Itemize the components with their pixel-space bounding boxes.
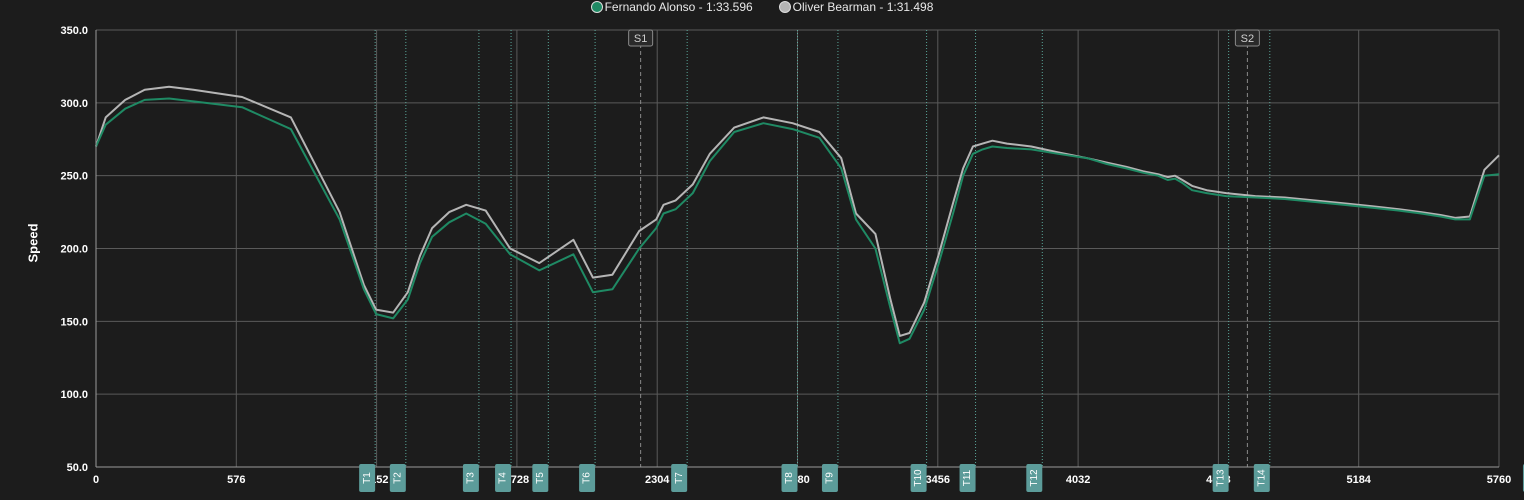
corner-label: T2 bbox=[392, 472, 403, 484]
legend-swatch-alonso bbox=[590, 1, 603, 13]
corner-flag: T7 bbox=[671, 464, 688, 492]
y-tick-label: 150.0 bbox=[60, 316, 88, 328]
legend: Fernando Alonso - 1:33.596 Oliver Bearma… bbox=[0, 0, 1524, 14]
corner-label: T6 bbox=[582, 472, 593, 484]
y-tick-label: 250.0 bbox=[60, 171, 88, 183]
corner-label: T1 bbox=[362, 472, 373, 484]
corner-label: T8 bbox=[784, 472, 795, 484]
speed-trace-chart: S1 S2 50.0 100.0 150.0 200.0 250.0 300.0 350.0 0… bbox=[0, 0, 1524, 500]
legend-item-alonso[interactable]: Fernando Alonso - 1:33.596 bbox=[590, 0, 753, 14]
sector-label: S2 bbox=[1241, 33, 1254, 45]
corner-flag: T13 bbox=[1212, 464, 1229, 492]
corner-flag: T8 bbox=[781, 464, 798, 492]
corner-label: T7 bbox=[674, 472, 685, 484]
corner-label: T4 bbox=[498, 472, 509, 484]
corner-flag: T1 bbox=[359, 464, 376, 492]
corner-label: T10 bbox=[913, 469, 924, 487]
legend-swatch-bearman bbox=[778, 1, 791, 13]
y-tick-label: 300.0 bbox=[60, 98, 88, 110]
x-tick-label: 0 bbox=[93, 474, 99, 486]
x-tick-label: 2304 bbox=[645, 474, 670, 486]
corner-label: T11 bbox=[962, 469, 973, 486]
corner-flag: T11 bbox=[959, 464, 976, 492]
chart-background bbox=[0, 0, 1524, 500]
corner-label: T13 bbox=[1215, 469, 1226, 487]
corner-flag: T4 bbox=[495, 464, 512, 492]
y-tick-label: 350.0 bbox=[60, 25, 88, 37]
corner-label: T9 bbox=[825, 472, 836, 484]
y-tick-label: 200.0 bbox=[60, 244, 88, 256]
legend-label-bearman: Oliver Bearman - 1:31.498 bbox=[792, 0, 934, 14]
corner-label: T5 bbox=[535, 472, 546, 484]
y-tick-label: 50.0 bbox=[67, 462, 88, 474]
corner-flag: T3 bbox=[462, 464, 479, 492]
corner-flag: T5 bbox=[532, 464, 549, 492]
corner-flag: T6 bbox=[579, 464, 596, 492]
y-axis-title: Speed bbox=[25, 223, 41, 263]
corner-label: T12 bbox=[1029, 469, 1040, 487]
corner-label: T14 bbox=[1256, 469, 1267, 487]
x-tick-label: 5184 bbox=[1346, 474, 1371, 486]
corner-flag: T9 bbox=[821, 464, 838, 492]
x-tick-label: 4032 bbox=[1066, 474, 1090, 486]
x-tick-label: 3456 bbox=[926, 474, 950, 486]
legend-item-bearman[interactable]: Oliver Bearman - 1:31.498 bbox=[778, 0, 934, 14]
corner-flag: T10 bbox=[910, 464, 927, 492]
corner-flag: T12 bbox=[1026, 464, 1043, 492]
corner-flag: T14 bbox=[1253, 464, 1270, 492]
y-tick-label: 100.0 bbox=[60, 389, 88, 401]
legend-label-alonso: Fernando Alonso - 1:33.596 bbox=[604, 0, 753, 14]
corner-label: T3 bbox=[466, 472, 477, 484]
sector-label: S1 bbox=[634, 33, 647, 45]
x-tick-label: 576 bbox=[227, 474, 245, 486]
corner-flag: T2 bbox=[389, 464, 406, 492]
x-tick-label: 5760 bbox=[1487, 474, 1511, 486]
